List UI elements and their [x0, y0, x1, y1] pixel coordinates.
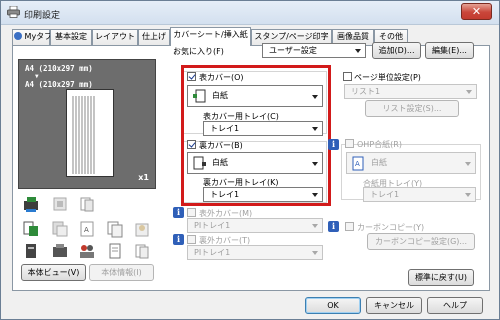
stacked-pages-icon	[72, 96, 95, 174]
help-button[interactable]: ヘルプ	[427, 297, 483, 314]
tab-layout[interactable]: レイアウト	[92, 29, 138, 45]
users-icon[interactable]	[78, 242, 96, 260]
ohp-label: OHP合紙(R)	[357, 140, 402, 149]
copy-icon[interactable]	[106, 220, 124, 238]
print-settings-window: 印刷設定 ✕ Myタブ 基本設定 レイアウト 仕上げ カバーシート/挿入紙 スタ…	[0, 0, 500, 320]
front-cover2-tray-dropdown[interactable]: PIトレイ1	[187, 218, 323, 233]
user-icon	[14, 32, 22, 40]
highlight-box	[181, 65, 331, 206]
paper-preview: A4 (210x297 mm) ▼ A4 (210x297 mm) x1	[18, 59, 156, 189]
tab-finishing[interactable]: 仕上げ	[138, 29, 170, 45]
back-cover2-tray-dropdown[interactable]: PIトレイ1	[187, 245, 323, 260]
front-cover2-checkbox[interactable]	[187, 208, 196, 217]
ohp-sheet-icon: A	[352, 156, 364, 171]
pages-icon[interactable]	[133, 242, 151, 260]
tab-basic[interactable]: 基本設定	[50, 29, 92, 45]
hand-tool-icon[interactable]	[133, 220, 151, 238]
page-list-dropdown[interactable]: リスト1	[344, 84, 477, 99]
tab-my-tab[interactable]: Myタブ	[12, 29, 53, 45]
info-icon: i	[328, 139, 339, 150]
device-info-button[interactable]: 本体情報(I)	[89, 264, 154, 281]
dark-printer-icon[interactable]	[51, 242, 69, 260]
ohp-paper-value: 白紙	[371, 158, 387, 167]
page-settings-label: ページ単位設定(P)	[354, 73, 421, 82]
front-cover2-info-icon: i	[173, 207, 184, 218]
ohp-checkbox[interactable]	[345, 139, 354, 148]
ohp-paper-dropdown[interactable]: A 白紙	[346, 152, 476, 174]
preview-output-size: A4 (210x297 mm)	[25, 64, 93, 73]
page-settings-checkbox[interactable]	[343, 72, 352, 81]
stapler-icon[interactable]	[51, 195, 69, 213]
preview-original-size: A4 (210x297 mm)	[25, 80, 93, 89]
svg-text:A: A	[355, 160, 360, 168]
svg-text:A: A	[84, 226, 89, 234]
cancel-button[interactable]: キャンセル	[366, 297, 422, 314]
device-view-button[interactable]: 本体ビュー(V)	[21, 264, 86, 281]
back-cover2-info-icon: i	[173, 234, 184, 245]
preview-page-image	[66, 89, 114, 177]
title-bar: 印刷設定 ✕	[1, 1, 499, 25]
favorites-dropdown[interactable]: ユーザー設定	[262, 43, 366, 58]
carbon-copy-label: カーボンコピー(Y)	[357, 223, 425, 232]
carbon-copy-settings-button[interactable]: カーボンコピー設定(G)...	[367, 233, 475, 250]
gray-stack-icon[interactable]	[51, 220, 69, 238]
copy-count: x1	[138, 173, 149, 182]
tray-green-icon[interactable]	[22, 220, 40, 238]
carbon-info-icon: i	[328, 221, 339, 232]
tab-label: Myタブ	[24, 32, 53, 41]
printer-device-icon[interactable]	[22, 195, 40, 213]
carbon-copy-checkbox[interactable]	[345, 222, 354, 231]
document-icon[interactable]	[106, 242, 124, 260]
close-button[interactable]: ✕	[461, 3, 492, 20]
text-page-icon[interactable]: A	[78, 220, 96, 238]
list-settings-button[interactable]: リスト設定(S)...	[365, 100, 459, 117]
tab-cover-sheet[interactable]: カバーシート/挿入紙	[170, 27, 251, 46]
restore-defaults-button[interactable]: 標準に戻す(U)	[408, 269, 474, 286]
favorites-label: お気に入り(F)	[173, 47, 224, 56]
printer-icon	[7, 6, 20, 18]
ok-button[interactable]: OK	[305, 297, 361, 314]
window-title: 印刷設定	[24, 11, 61, 21]
server-icon[interactable]	[22, 242, 40, 260]
add-favorite-button[interactable]: 追加(D)...	[372, 42, 421, 59]
booklet-icon[interactable]	[78, 195, 96, 213]
edit-favorite-button[interactable]: 編集(E)...	[425, 42, 474, 59]
ohp-tray-dropdown[interactable]: トレイ1	[363, 187, 476, 202]
back-cover2-checkbox[interactable]	[187, 235, 196, 244]
preview-arrow: ▼	[35, 73, 39, 80]
